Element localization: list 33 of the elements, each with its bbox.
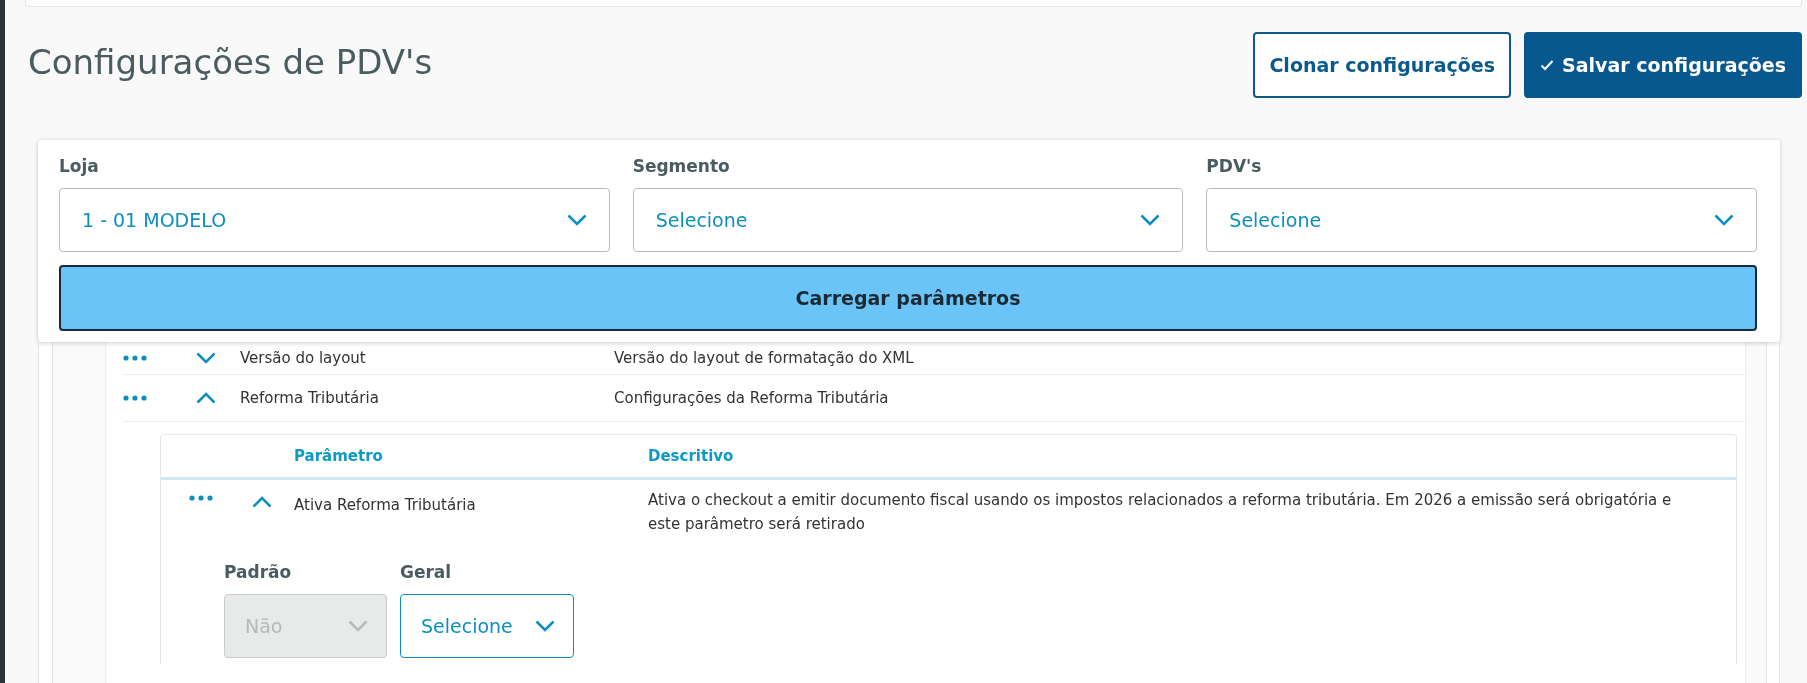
chevron-down-icon bbox=[566, 214, 587, 226]
chevron-down-icon bbox=[1714, 214, 1734, 226]
more-icon[interactable] bbox=[123, 355, 147, 361]
chevron-down-icon bbox=[348, 620, 368, 632]
parameter-name: Reforma Tributária bbox=[240, 389, 380, 407]
chevron-down-icon bbox=[1140, 214, 1161, 226]
action-button[interactable]: Salvar configurações bbox=[1524, 32, 1802, 98]
select-field[interactable]: Selecione bbox=[400, 594, 574, 658]
action-button[interactable]: Clonar configurações bbox=[1253, 32, 1512, 98]
chevron-up-icon[interactable] bbox=[252, 496, 272, 508]
parameter-description: Ativa o checkout a emitir documento fiscal usando os impostos relacionados a reforma tributária. Em 2026 a emissão será obrigatória e este parâmetro será retirado bbox=[648, 490, 1673, 535]
parameter-description: Versão do layout de formatação do XML bbox=[614, 349, 915, 367]
more-icon[interactable] bbox=[189, 495, 213, 501]
parameter-description: Configurações da Reforma Tributária bbox=[614, 389, 890, 407]
select-field[interactable]: 1 - 01 MODELO bbox=[59, 188, 610, 252]
filter-label: Loja bbox=[59, 156, 100, 176]
filter-label: PDV's bbox=[1206, 156, 1263, 176]
select-field[interactable]: Selecione bbox=[1206, 188, 1757, 252]
column-header: Descritivo bbox=[648, 447, 734, 465]
parameter-name: Versão do layout bbox=[240, 349, 367, 367]
chevron-down-icon bbox=[534, 620, 555, 632]
filter-label: Segmento bbox=[632, 156, 731, 176]
field-label: Padrão bbox=[224, 562, 293, 582]
chevron-down-icon[interactable] bbox=[196, 352, 216, 364]
column-header: Parâmetro bbox=[294, 447, 384, 465]
page-title: Configurações de PDV's bbox=[28, 42, 433, 82]
parameter-name: Ativa Reforma Tributária bbox=[294, 496, 477, 514]
field-label: Geral bbox=[400, 562, 453, 582]
select-field[interactable]: Selecione bbox=[632, 188, 1184, 252]
load-button[interactable]: Carregar parâmetros bbox=[59, 265, 1757, 331]
chevron-up-icon[interactable] bbox=[196, 392, 216, 404]
more-icon[interactable] bbox=[123, 395, 147, 401]
check-icon bbox=[1540, 59, 1555, 71]
